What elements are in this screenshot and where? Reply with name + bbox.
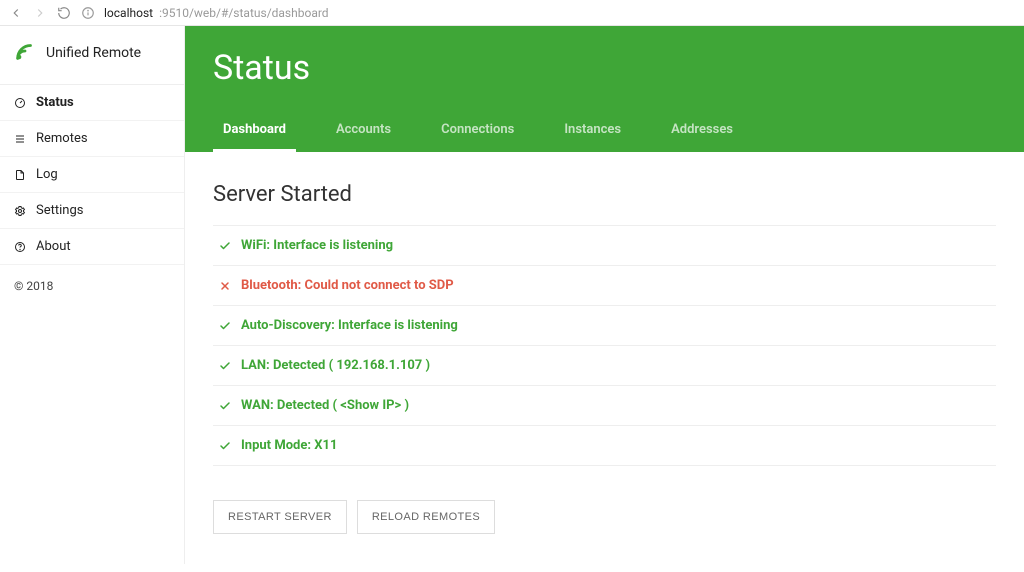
question-icon <box>14 241 26 253</box>
sidebar-item-settings[interactable]: Settings <box>0 193 184 229</box>
sidebar-item-label: Log <box>36 167 58 182</box>
main: Status Dashboard Accounts Connections Insta… <box>185 26 1024 564</box>
status-text: Auto-Discovery: Interface is listening <box>241 318 458 333</box>
brand-icon <box>14 40 36 66</box>
sidebar-item-about[interactable]: About <box>0 229 184 265</box>
status-row: LAN: Detected ( 192.168.1.107 ) <box>213 346 996 386</box>
sidebar-footer: © 2018 <box>0 265 184 307</box>
back-icon[interactable] <box>8 5 24 21</box>
check-icon <box>219 400 231 412</box>
tabs: Dashboard Accounts Connections Instances Add… <box>213 114 996 152</box>
section-title: Server Started <box>213 182 996 207</box>
address-bar[interactable]: localhost :9510/web/#/status/dashboard <box>104 6 329 20</box>
browser-bar: localhost :9510/web/#/status/dashboard <box>0 0 1024 26</box>
status-text: WAN: Detected ( <Show IP> ) <box>241 398 409 413</box>
status-list: WiFi: Interface is listening Bluetooth: C… <box>213 225 996 466</box>
status-text: LAN: Detected ( 192.168.1.107 ) <box>241 358 430 373</box>
dashboard-icon <box>14 97 26 109</box>
status-row: Input Mode: X11 <box>213 426 996 466</box>
sidebar-item-log[interactable]: Log <box>0 157 184 193</box>
status-row: WAN: Detected ( <Show IP> ) <box>213 386 996 426</box>
hero: Status Dashboard Accounts Connections Insta… <box>185 26 1024 152</box>
reload-icon[interactable] <box>56 5 72 21</box>
status-text: Input Mode: X11 <box>241 438 337 453</box>
sidebar-item-label: About <box>36 239 71 254</box>
sidebar: Unified Remote Status Remotes Log Settings A… <box>0 26 185 564</box>
tab-connections[interactable]: Connections <box>431 114 524 152</box>
side-nav: Status Remotes Log Settings About <box>0 84 184 265</box>
tab-instances[interactable]: Instances <box>554 114 631 152</box>
info-icon[interactable] <box>80 5 96 21</box>
sidebar-item-label: Remotes <box>36 131 88 146</box>
list-icon <box>14 133 26 145</box>
file-icon <box>14 169 26 181</box>
sidebar-item-label: Status <box>36 95 74 110</box>
check-icon <box>219 240 231 252</box>
tab-dashboard[interactable]: Dashboard <box>213 114 296 152</box>
restart-server-button[interactable]: RESTART SERVER <box>213 500 347 534</box>
check-icon <box>219 360 231 372</box>
status-row: Auto-Discovery: Interface is listening <box>213 306 996 346</box>
url-host: localhost <box>104 6 153 20</box>
check-icon <box>219 320 231 332</box>
page-title: Status <box>213 48 996 88</box>
sidebar-item-label: Settings <box>36 203 83 218</box>
tab-accounts[interactable]: Accounts <box>326 114 401 152</box>
tab-addresses[interactable]: Addresses <box>661 114 743 152</box>
check-icon <box>219 440 231 452</box>
sidebar-item-remotes[interactable]: Remotes <box>0 121 184 157</box>
brand-text: Unified Remote <box>46 45 141 61</box>
content: Server Started WiFi: Interface is listen… <box>185 152 1024 564</box>
cross-icon <box>219 280 231 292</box>
status-text: Bluetooth: Could not connect to SDP <box>241 278 454 293</box>
url-path: :9510/web/#/status/dashboard <box>159 6 329 20</box>
brand: Unified Remote <box>0 26 184 84</box>
status-text: WiFi: Interface is listening <box>241 238 393 253</box>
status-row: WiFi: Interface is listening <box>213 226 996 266</box>
forward-icon[interactable] <box>32 5 48 21</box>
sidebar-item-status[interactable]: Status <box>0 85 184 121</box>
gear-icon <box>14 205 26 217</box>
reload-remotes-button[interactable]: RELOAD REMOTES <box>357 500 495 534</box>
status-row: Bluetooth: Could not connect to SDP <box>213 266 996 306</box>
actions: RESTART SERVER RELOAD REMOTES <box>213 500 996 534</box>
